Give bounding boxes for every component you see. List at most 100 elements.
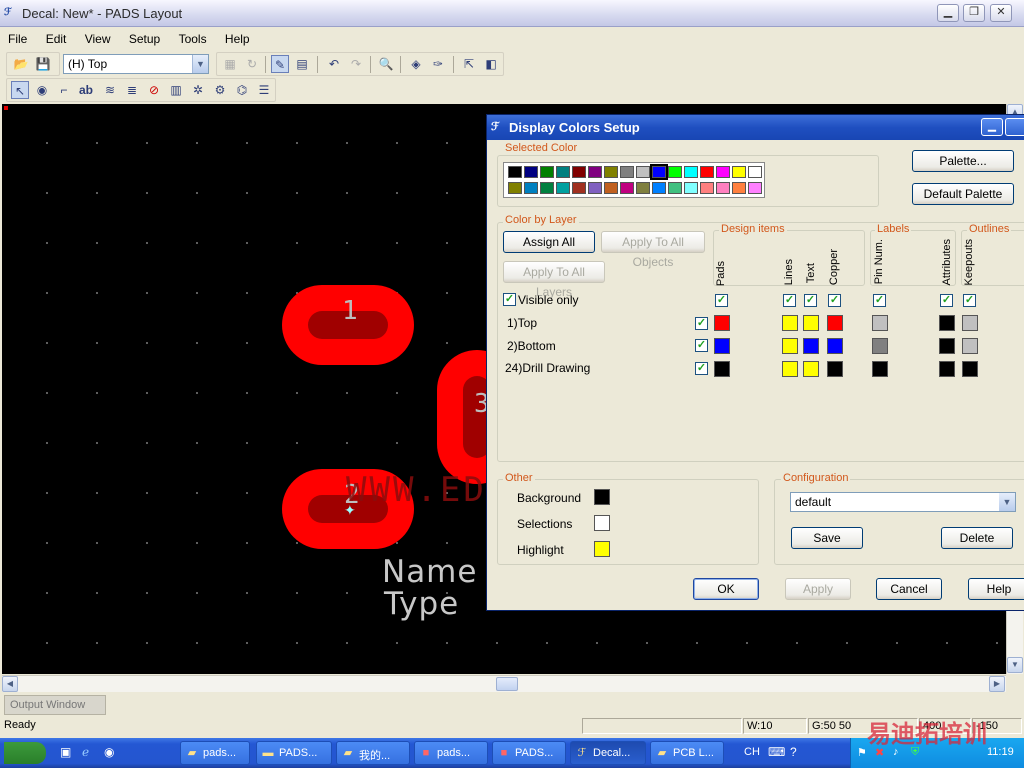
copper-column-checkbox[interactable]: ✓ [828, 294, 841, 307]
layer-color-swatch-pads[interactable] [714, 338, 730, 354]
copper-icon[interactable]: ≣ [123, 81, 141, 99]
layer-select[interactable]: (H) Top ▼ [63, 54, 209, 74]
help-button[interactable]: Help [968, 578, 1024, 600]
move-terminal-icon[interactable]: ⌐ [55, 81, 73, 99]
layer-color-swatch-pin-num[interactable] [872, 315, 888, 331]
highlight-icon[interactable]: ✑ [429, 55, 447, 73]
layer-color-swatch-lines[interactable] [782, 361, 798, 377]
wizard-icon[interactable]: ⚙ [211, 81, 229, 99]
help-icon[interactable]: ? [790, 745, 797, 759]
network-icon[interactable]: ⚑ [857, 746, 867, 759]
minimize-button[interactable]: ▁ [937, 4, 959, 22]
cancel-button[interactable]: Cancel [876, 578, 942, 600]
open-icon[interactable]: 📂 [12, 55, 30, 73]
assign-all-button[interactable]: Assign All [503, 231, 595, 253]
clock[interactable]: 11:19 [987, 746, 1014, 758]
layer-color-swatch-text[interactable] [803, 338, 819, 354]
taskbar-item[interactable]: ▰ 我的... [336, 741, 410, 765]
copper-cutout-icon[interactable]: ⊘ [145, 81, 163, 99]
chevron-down-icon[interactable]: ▼ [192, 55, 208, 73]
palette-color-cell[interactable] [650, 164, 668, 180]
chevron-down-icon[interactable]: ▼ [999, 493, 1015, 511]
palette-color-cell[interactable] [732, 182, 746, 194]
display-colors-icon[interactable]: ◈ [407, 55, 425, 73]
palette-color-cell[interactable] [700, 166, 714, 178]
palette-color-cell[interactable] [524, 166, 538, 178]
layer-color-swatch-lines[interactable] [782, 338, 798, 354]
selections-color-swatch[interactable] [594, 515, 610, 531]
palette-color-cell[interactable] [716, 182, 730, 194]
layer-color-swatch-pin-num[interactable] [872, 361, 888, 377]
palette-color-cell[interactable] [540, 182, 554, 194]
media-icon[interactable]: ◉ [104, 745, 114, 759]
layer-color-swatch-copper[interactable] [827, 338, 843, 354]
palette-color-cell[interactable] [556, 182, 570, 194]
background-color-swatch[interactable] [594, 489, 610, 505]
menu-view[interactable]: View [77, 28, 118, 46]
save-icon[interactable]: 💾 [34, 55, 52, 73]
apply-all-objects-button[interactable]: Apply To All Objects [601, 231, 705, 269]
start-button[interactable] [4, 742, 46, 764]
layer-row-checkbox[interactable]: ✓ [695, 362, 708, 375]
palette-color-cell[interactable] [588, 166, 602, 178]
layer-color-swatch-attributes[interactable] [939, 361, 955, 377]
keyboard-icon[interactable]: ⌨ [768, 745, 785, 759]
terminal-icon[interactable]: ◉ [33, 81, 51, 99]
layer-row-checkbox[interactable]: ✓ [695, 317, 708, 330]
palette-color-cell[interactable] [620, 166, 634, 178]
configuration-select[interactable]: default ▼ [790, 492, 1016, 512]
palette-color-cell[interactable] [732, 166, 746, 178]
layer-color-swatch-keepouts[interactable] [962, 361, 978, 377]
refresh-icon[interactable]: ↻ [243, 55, 261, 73]
redo-icon[interactable]: ↷ [347, 55, 365, 73]
maximize-button[interactable]: ❐ [963, 4, 985, 22]
layer-color-swatch-pads[interactable] [714, 315, 730, 331]
palette-color-cell[interactable] [684, 166, 698, 178]
properties-icon[interactable]: ▦ [221, 55, 239, 73]
taskbar-item[interactable]: ■ PADS... [492, 741, 566, 765]
layer-row-checkbox[interactable]: ✓ [695, 339, 708, 352]
palette-color-cell[interactable] [572, 166, 586, 178]
apply-button[interactable]: Apply [785, 578, 851, 600]
palette-color-cell[interactable] [540, 166, 554, 178]
highlight-color-swatch[interactable] [594, 541, 610, 557]
palette-color-cell[interactable] [668, 166, 682, 178]
list-icon[interactable]: ☰ [255, 81, 273, 99]
lines-column-checkbox[interactable]: ✓ [783, 294, 796, 307]
layer-color-swatch-text[interactable] [803, 315, 819, 331]
undo-icon[interactable]: ↶ [325, 55, 343, 73]
menu-file[interactable]: File [0, 28, 34, 46]
layer-color-swatch-attributes[interactable] [939, 338, 955, 354]
layer-color-swatch-lines[interactable] [782, 315, 798, 331]
save-config-button[interactable]: Save [791, 527, 863, 549]
keepouts-column-checkbox[interactable]: ✓ [963, 294, 976, 307]
2d-line-icon[interactable]: ≋ [101, 81, 119, 99]
drafting-toolbar-icon[interactable]: ✎ [271, 55, 289, 73]
palette-color-cell[interactable] [684, 182, 698, 194]
palette-color-cell[interactable] [748, 166, 762, 178]
dxf-icon[interactable]: ⌬ [233, 81, 251, 99]
taskbar-item[interactable]: ▬ PADS... [256, 741, 332, 765]
silk-name-label[interactable]: Name [382, 554, 477, 590]
layer-color-swatch-pin-num[interactable] [872, 338, 888, 354]
palette-color-cell[interactable] [604, 166, 618, 178]
palette-color-cell[interactable] [716, 166, 730, 178]
silk-type-label[interactable]: Type [384, 586, 459, 622]
scroll-thumb[interactable] [496, 677, 518, 691]
output-window-tab[interactable]: Output Window [4, 695, 106, 715]
drill-icon[interactable]: ✲ [189, 81, 207, 99]
scroll-left-icon[interactable]: ◀ [2, 676, 18, 692]
apply-all-layers-button[interactable]: Apply To All Layers [503, 261, 605, 299]
keepout-icon[interactable]: ▥ [167, 81, 185, 99]
scroll-right-icon[interactable]: ▶ [989, 676, 1005, 692]
default-palette-button[interactable]: Default Palette [912, 183, 1014, 205]
layer-color-swatch-attributes[interactable] [939, 315, 955, 331]
palette-color-cell[interactable] [588, 182, 602, 194]
text-icon[interactable]: ab [77, 81, 95, 99]
layer-color-swatch-keepouts[interactable] [962, 338, 978, 354]
window-icon[interactable]: ◧ [482, 55, 500, 73]
menu-setup[interactable]: Setup [121, 28, 167, 46]
delete-config-button[interactable]: Delete [941, 527, 1013, 549]
export-icon[interactable]: ⇱ [460, 55, 478, 73]
palette-color-cell[interactable] [508, 166, 522, 178]
